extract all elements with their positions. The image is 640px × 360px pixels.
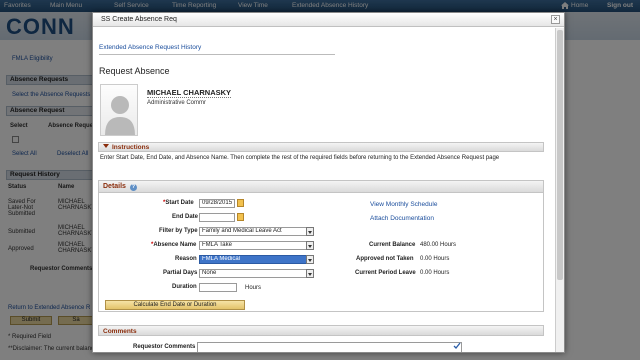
partial-days-label: Partial Days (163, 270, 198, 276)
current-period-leave-value: 0.00 Hours (420, 270, 450, 276)
details-header-label: Details (103, 183, 126, 190)
modal-title: SS Create Absence Req (93, 13, 564, 27)
calculate-button[interactable]: Calculate End Date or Duration (105, 300, 245, 310)
instructions-header-label: Instructions (112, 144, 150, 151)
end-date-input[interactable] (199, 213, 235, 222)
absence-name-select[interactable]: FMLA Take (199, 241, 307, 250)
chevron-down-icon[interactable] (306, 255, 314, 264)
partial-days-select[interactable]: None (199, 269, 307, 278)
person-silhouette-icon (105, 96, 135, 135)
breadcrumb-divider (99, 54, 335, 55)
comments-header: Comments (98, 325, 544, 336)
current-period-leave-label: Current Period Leave (355, 270, 416, 276)
modal-scrollbar[interactable] (555, 28, 564, 352)
page-title: Request Absence (99, 66, 170, 76)
employee-title: Administrative Commr (147, 100, 207, 106)
start-date-input[interactable]: 09/28/2015 (199, 199, 235, 208)
details-header: Details ? (99, 181, 543, 193)
calendar-icon[interactable] (237, 213, 244, 221)
chevron-down-icon[interactable] (306, 241, 314, 250)
approved-not-taken-label: Approved not Taken (356, 256, 414, 262)
view-monthly-schedule-link[interactable]: View Monthly Schedule (370, 201, 437, 208)
reason-select[interactable]: FMLA Medical (199, 255, 307, 264)
current-balance-label: Current Balance (369, 242, 416, 248)
approved-not-taken-value: 0.00 Hours (420, 256, 450, 262)
instructions-text: Enter Start Date, End Date, and Absence … (100, 155, 500, 161)
filter-type-label: Filter by Type (159, 228, 198, 234)
requestor-comments-textarea[interactable] (197, 342, 462, 352)
duration-unit: Hours (245, 285, 262, 291)
filter-type-select[interactable]: Family and Medical Leave Act (199, 227, 307, 236)
spell-check-icon[interactable] (453, 342, 461, 350)
create-absence-modal: SS Create Absence Req × Extended Absence… (92, 12, 565, 353)
chevron-down-icon[interactable] (306, 227, 314, 236)
start-date-label: *Start Date (163, 200, 194, 206)
duration-label: Duration (172, 284, 197, 290)
modal-content: Extended Absence Request History Request… (93, 28, 555, 352)
collapse-triangle-icon (103, 144, 109, 148)
end-date-label: End Date (172, 214, 199, 220)
duration-input[interactable] (199, 283, 237, 292)
reason-label: Reason (175, 256, 197, 262)
instructions-header[interactable]: Instructions (98, 142, 544, 152)
scrollbar-thumb[interactable] (557, 30, 563, 280)
help-icon[interactable]: ? (129, 184, 137, 191)
chevron-down-icon[interactable] (306, 269, 314, 278)
employee-name[interactable]: MICHAEL CHARNASKY (147, 88, 232, 98)
current-balance-value: 480.00 Hours (420, 242, 457, 248)
requestor-comments-label: Requestor Comments (133, 344, 196, 350)
avatar (100, 84, 138, 136)
calendar-icon[interactable] (237, 199, 244, 207)
absence-name-label: *Absence Name (151, 242, 197, 248)
attach-documentation-link[interactable]: Attach Documentation (370, 215, 434, 222)
breadcrumb-link[interactable]: Extended Absence Request History (99, 44, 201, 51)
close-button[interactable]: × (551, 15, 560, 24)
